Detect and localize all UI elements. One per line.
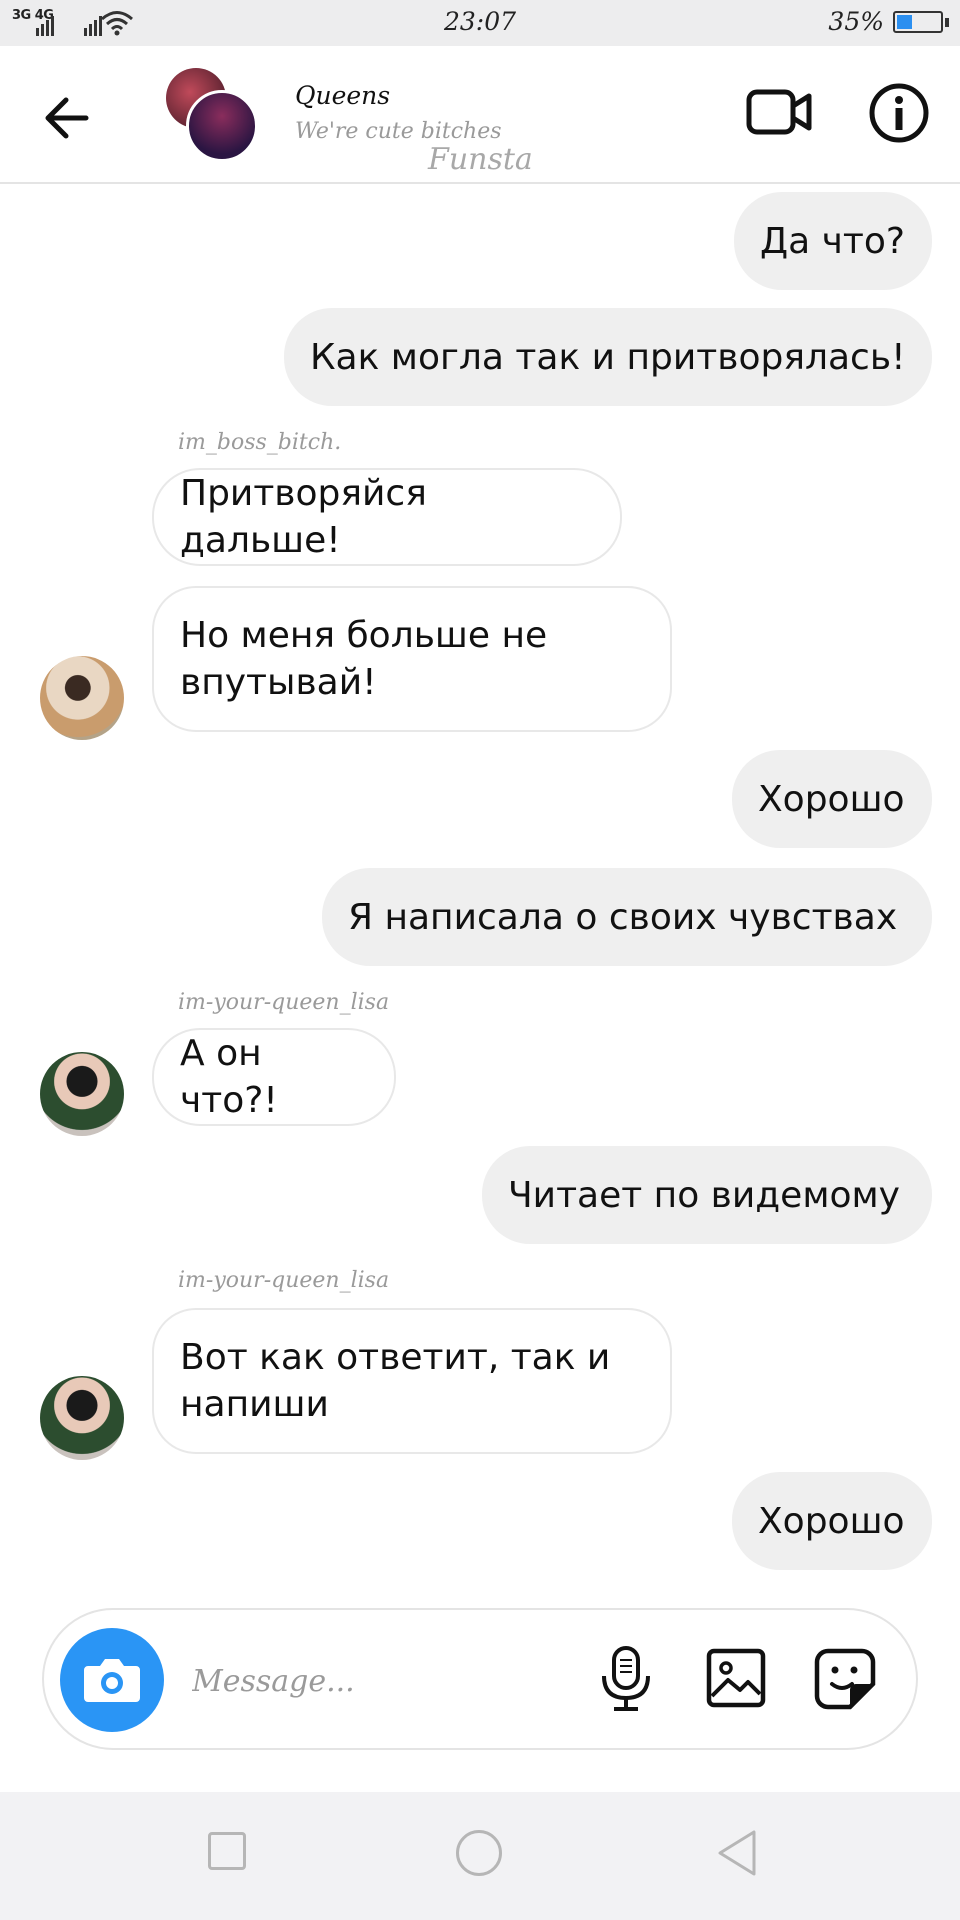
status-bar: 3G 4G 23:07 35% (0, 0, 960, 46)
message-bubble-incoming[interactable]: Вот как ответит, так и напиши (152, 1308, 672, 1454)
back-icon[interactable] (714, 1828, 760, 1878)
battery-nub (945, 18, 949, 27)
message-input[interactable] (190, 1655, 554, 1707)
message-bubble-outgoing[interactable]: Я написала о своих чувствах (322, 868, 932, 966)
info-icon[interactable] (868, 82, 930, 144)
sender-name: im-your-queen_lisa (178, 1268, 390, 1293)
group-avatar[interactable] (166, 68, 258, 162)
microphone-icon[interactable] (598, 1646, 654, 1712)
avatar[interactable] (40, 1376, 124, 1460)
system-nav-bar (0, 1792, 960, 1920)
back-arrow-icon[interactable] (38, 88, 98, 148)
battery-level (897, 15, 912, 29)
battery-percent: 35% (828, 7, 884, 36)
camera-icon (84, 1659, 140, 1702)
message-bubble-outgoing[interactable]: Хорошо (732, 1472, 932, 1570)
message-text: Читает по видемому (508, 1174, 900, 1216)
message-text: А он что?! (180, 1033, 278, 1121)
message-text: Но меня больше не впутывай! (180, 615, 548, 703)
message-text: Притворяйся дальше! (180, 473, 427, 561)
sender-name: im-your-queen_lisa (178, 990, 390, 1015)
recent-apps-icon[interactable] (208, 1832, 246, 1870)
group-avatar-front (186, 90, 258, 162)
message-bubble-outgoing[interactable]: Да что? (734, 192, 932, 290)
message-bubble-incoming[interactable]: А он что?! (152, 1028, 396, 1126)
chat-header: Queens We're cute bitches Funsta (0, 46, 960, 184)
message-text: Как могла так и притворялась! (310, 336, 906, 378)
message-text: Я написала о своих чувствах (348, 896, 898, 938)
message-text: Хорошо (758, 778, 905, 820)
message-text: Вот как ответит, так и напиши (180, 1337, 611, 1425)
message-bubble-incoming[interactable]: Притворяйся дальше! (152, 468, 622, 566)
watermark-text: Funsta (428, 142, 533, 177)
chat-subtitle: We're cute bitches (295, 119, 502, 144)
message-text: Хорошо (758, 1500, 905, 1542)
video-call-icon[interactable] (746, 82, 812, 142)
message-bubble-outgoing[interactable]: Читает по видемому (482, 1146, 932, 1244)
chat-title[interactable]: Queens (295, 81, 390, 110)
sender-name: im_boss_bitch. (178, 430, 342, 455)
camera-button[interactable] (60, 1628, 164, 1732)
avatar[interactable] (40, 1052, 124, 1136)
avatar[interactable] (40, 656, 124, 740)
clock: 23:07 (443, 7, 517, 36)
message-bubble-outgoing[interactable]: Как могла так и притворялась! (284, 308, 932, 406)
sticker-icon[interactable] (814, 1648, 876, 1710)
message-bubble-outgoing[interactable]: Хорошо (732, 750, 932, 848)
battery-icon (893, 11, 943, 33)
gallery-icon[interactable] (706, 1648, 766, 1708)
message-text: Да что? (760, 220, 906, 262)
home-icon[interactable] (456, 1830, 502, 1876)
message-bubble-incoming[interactable]: Но меня больше не впутывай! (152, 586, 672, 732)
